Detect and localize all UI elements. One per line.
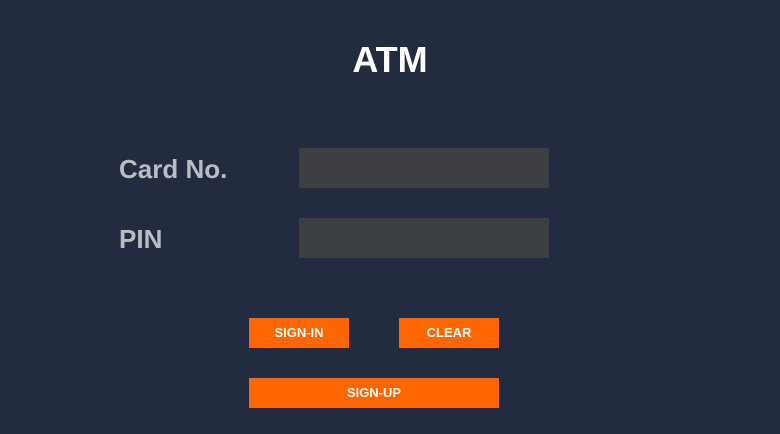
card-number-input[interactable] — [299, 148, 549, 188]
card-number-label: Card No. — [119, 154, 228, 184]
page-title: ATM — [352, 39, 428, 80]
atm-window: ATM Card No. PIN SIGN-IN CLEAR SIGN-UP — [0, 0, 780, 434]
sign-in-button[interactable]: SIGN-IN — [249, 318, 349, 348]
sign-up-button[interactable]: SIGN-UP — [249, 378, 499, 408]
clear-button[interactable]: CLEAR — [399, 318, 499, 348]
pin-input[interactable] — [299, 218, 549, 258]
pin-label: PIN — [119, 224, 163, 254]
